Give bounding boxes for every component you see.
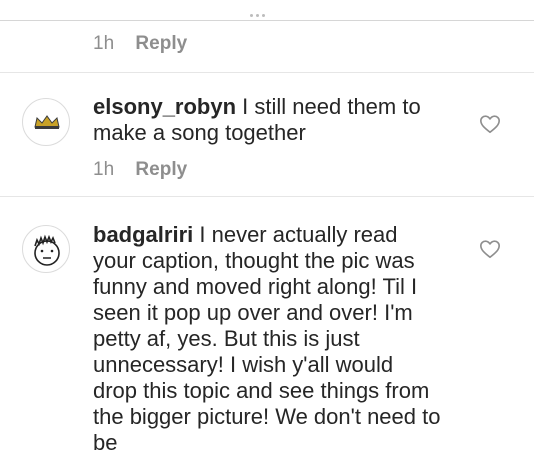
comment-username[interactable]: elsony_robyn [93, 94, 236, 119]
heart-outline-icon[interactable] [479, 238, 501, 260]
crown-icon [34, 115, 60, 129]
truncated-text-dots [250, 14, 268, 18]
comment-timestamp: 1h [93, 33, 115, 54]
avatar[interactable] [22, 98, 70, 146]
comment-username[interactable]: badgalriri [93, 222, 193, 247]
reply-button[interactable]: Reply [135, 159, 187, 180]
comment-timestamp: 1h [93, 159, 115, 180]
comment-body: elsony_robyn I still need them to make a… [93, 94, 443, 146]
reply-button[interactable]: Reply [135, 33, 187, 54]
previous-comment-meta: 1h Reply [93, 33, 187, 55]
avatar[interactable] [22, 225, 70, 273]
heart-outline-icon[interactable] [479, 113, 501, 135]
comment-text: I never actually read your caption, thou… [93, 222, 441, 455]
cartoon-face-icon [34, 234, 60, 266]
comment-meta: 1h Reply [93, 159, 187, 181]
comment-divider [0, 196, 534, 197]
previous-comment-remnant [0, 0, 534, 21]
comment-divider [0, 72, 534, 73]
comment-body: badgalriri I never actually read your ca… [93, 222, 443, 456]
